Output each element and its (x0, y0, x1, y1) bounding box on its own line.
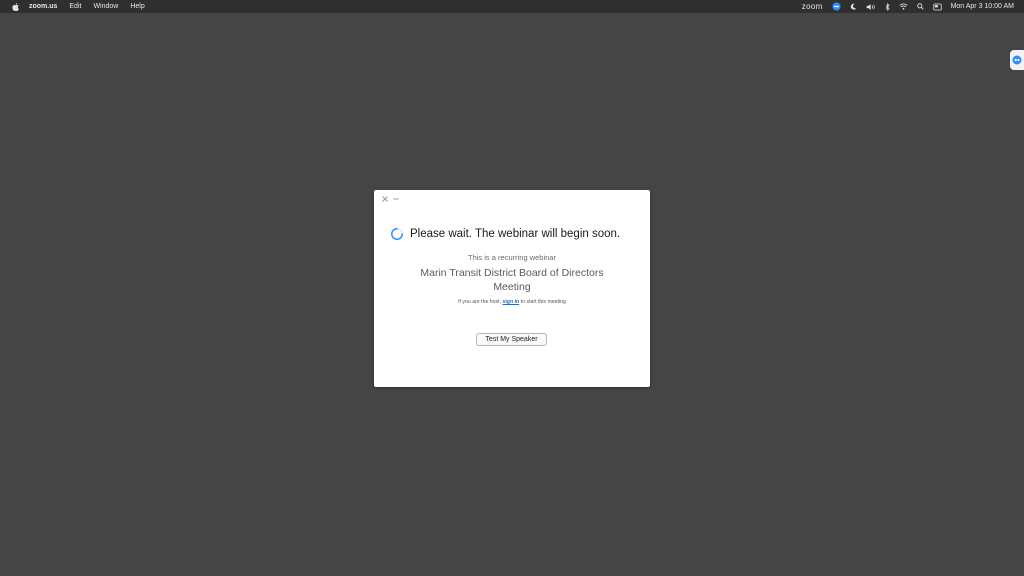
teamviewer-tab-icon (1012, 55, 1022, 65)
webinar-waiting-dialog: Please wait. The webinar will begin soon… (374, 190, 650, 387)
recurring-webinar-text: This is a recurring webinar (468, 253, 556, 262)
sign-in-link[interactable]: sign in (502, 299, 519, 305)
menu-bar-clock[interactable]: Mon Apr 3 10:00 AM (951, 3, 1014, 10)
loading-spinner-icon (391, 228, 403, 240)
headline-text: Please wait. The webinar will begin soon… (410, 228, 621, 240)
zoom-status-label[interactable]: zoom (802, 2, 823, 11)
host-sign-in-line: If you are the host, sign in to start th… (374, 299, 650, 305)
moon-icon[interactable] (850, 3, 857, 10)
teamviewer-side-tab[interactable] (1010, 50, 1024, 70)
menu-bar-status: zoom Mon Apr 3 10:00 AM (793, 0, 1014, 13)
window-controls (381, 195, 403, 203)
menu-help[interactable]: Help (130, 3, 144, 10)
test-speaker-button[interactable]: Test My Speaker (476, 333, 547, 346)
waiting-headline: Please wait. The webinar will begin soon… (390, 227, 640, 241)
wifi-icon[interactable] (899, 3, 908, 10)
menu-edit[interactable]: Edit (69, 3, 81, 10)
host-suffix-text: to start this meeting (520, 299, 566, 305)
minimize-icon[interactable] (392, 195, 400, 203)
menu-bar: zoom.us Edit Window Help zoom Mon Apr 3 … (0, 0, 1024, 13)
menu-bar-left: zoom.us Edit Window Help (0, 0, 157, 13)
close-icon[interactable] (381, 195, 389, 203)
host-prefix-text: If you are the host, (458, 299, 502, 305)
search-icon[interactable] (916, 3, 924, 10)
bluetooth-icon[interactable] (885, 2, 890, 11)
display-icon[interactable] (932, 3, 942, 11)
menu-window[interactable]: Window (93, 3, 118, 10)
volume-icon[interactable] (866, 3, 876, 11)
menu-app-name[interactable]: zoom.us (29, 3, 57, 10)
apple-icon[interactable] (11, 2, 19, 11)
teamviewer-icon[interactable] (832, 2, 841, 11)
meeting-title: Marin Transit District Board of Director… (420, 267, 604, 293)
